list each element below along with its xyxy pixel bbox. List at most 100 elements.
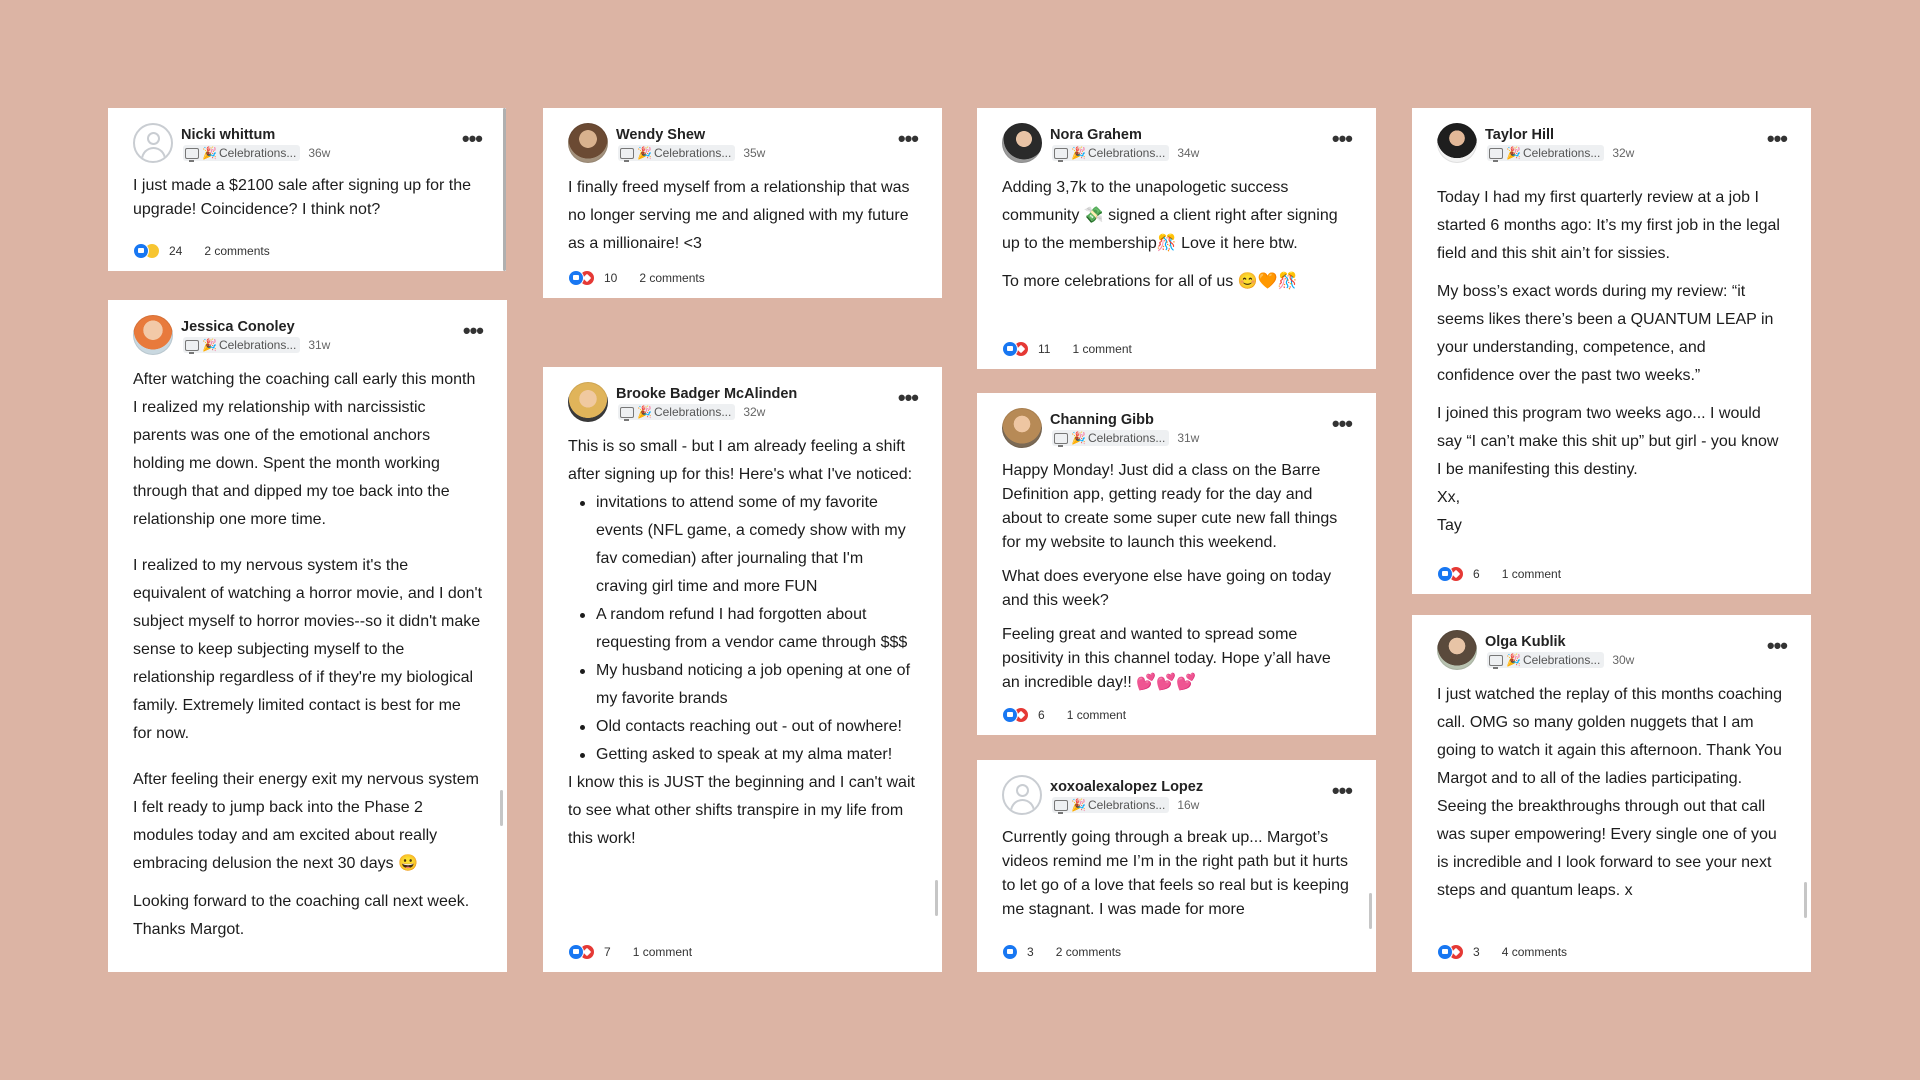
- channel-badge[interactable]: 🎉 Celebrations...: [618, 404, 736, 421]
- post-paragraph: I just watched the replay of this months…: [1437, 686, 1783, 899]
- post-footer: 10 2 comments: [568, 268, 705, 288]
- more-options-icon[interactable]: •••: [898, 128, 919, 150]
- post-time: 36w: [308, 146, 331, 160]
- avatar[interactable]: [1437, 630, 1477, 670]
- reaction-count[interactable]: 3: [1473, 945, 1480, 959]
- reaction-count[interactable]: 10: [604, 271, 617, 285]
- more-options-icon[interactable]: •••: [1767, 635, 1788, 657]
- monitor-icon: [185, 339, 199, 354]
- post-time: 34w: [1177, 146, 1200, 160]
- avatar[interactable]: [133, 123, 173, 163]
- channel-badge[interactable]: 🎉 Celebrations...: [1052, 145, 1170, 162]
- post-paragraph: After watching the coaching call early t…: [133, 371, 476, 528]
- comments-link[interactable]: 1 comment: [1072, 342, 1131, 356]
- post-footer: 24 2 comments: [133, 241, 270, 261]
- more-options-icon[interactable]: •••: [1767, 128, 1788, 150]
- channel-badge[interactable]: 🎉 Celebrations...: [1487, 145, 1605, 162]
- more-options-icon[interactable]: •••: [1332, 780, 1353, 802]
- reaction-count[interactable]: 24: [169, 244, 182, 258]
- scrollbar[interactable]: [1804, 882, 1807, 918]
- party-popper-icon: 🎉: [1506, 653, 1521, 667]
- monitor-icon: [620, 406, 634, 421]
- channel-badge[interactable]: 🎉 Celebrations...: [618, 145, 736, 162]
- post-body: Currently going through a break up... Ma…: [1002, 826, 1352, 918]
- reactions[interactable]: [568, 944, 595, 960]
- reactions[interactable]: [1002, 341, 1029, 357]
- reactions[interactable]: [1002, 944, 1018, 960]
- post-card: Taylor Hill 🎉 Celebrations... 32w ••• Toda…: [1412, 108, 1811, 594]
- party-popper-icon: 🎉: [1071, 431, 1086, 445]
- reactions[interactable]: [1002, 707, 1029, 723]
- reaction-count[interactable]: 6: [1038, 708, 1045, 722]
- post-paragraph: To more celebrations for all of us 😊🧡🎊: [1002, 273, 1298, 290]
- scrollbar[interactable]: [935, 880, 938, 916]
- monitor-icon: [1054, 799, 1068, 814]
- channel-badge[interactable]: 🎉 Celebrations...: [183, 145, 301, 162]
- post-card: Jessica Conoley 🎉 Celebrations... 31w ••• …: [108, 300, 507, 972]
- more-options-icon[interactable]: •••: [463, 320, 484, 342]
- reaction-count[interactable]: 3: [1027, 945, 1034, 959]
- post-body: Happy Monday! Just did a class on the Ba…: [1002, 459, 1352, 695]
- reactions[interactable]: [1437, 944, 1464, 960]
- author-name[interactable]: Wendy Shew: [616, 127, 705, 143]
- author-name[interactable]: Channing Gibb: [1050, 412, 1154, 428]
- avatar[interactable]: [133, 315, 173, 355]
- avatar[interactable]: [568, 382, 608, 422]
- reaction-count[interactable]: 6: [1473, 567, 1480, 581]
- avatar[interactable]: [1002, 123, 1042, 163]
- post-body: I just watched the replay of this months…: [1437, 681, 1787, 905]
- more-options-icon[interactable]: •••: [462, 128, 483, 150]
- author-name[interactable]: Taylor Hill: [1485, 127, 1554, 143]
- avatar[interactable]: [1002, 408, 1042, 448]
- scrollbar[interactable]: [503, 108, 506, 271]
- monitor-icon: [1489, 147, 1503, 162]
- channel-badge[interactable]: 🎉 Celebrations...: [183, 337, 301, 354]
- comments-link[interactable]: 1 comment: [1067, 708, 1126, 722]
- reaction-count[interactable]: 7: [604, 945, 611, 959]
- party-popper-icon: 🎉: [202, 146, 217, 160]
- reaction-count[interactable]: 11: [1038, 342, 1050, 356]
- comments-link[interactable]: 2 comments: [639, 271, 704, 285]
- party-popper-icon: 🎉: [1071, 146, 1086, 160]
- comments-link[interactable]: 1 comment: [633, 945, 692, 959]
- comments-link[interactable]: 4 comments: [1502, 945, 1567, 959]
- post-footer: 6 1 comment: [1002, 705, 1126, 725]
- comments-link[interactable]: 1 comment: [1502, 567, 1561, 581]
- post-card: Channing Gibb 🎉 Celebrations... 31w ••• Ha…: [977, 393, 1376, 735]
- reactions[interactable]: [133, 243, 160, 259]
- comments-link[interactable]: 2 comments: [1056, 945, 1121, 959]
- author-name[interactable]: Nicki whittum: [181, 127, 275, 143]
- more-options-icon[interactable]: •••: [1332, 413, 1353, 435]
- post-paragraph: I joined this program two weeks ago... I…: [1437, 405, 1779, 478]
- comments-link[interactable]: 2 comments: [204, 244, 269, 258]
- post-footer: 7 1 comment: [568, 942, 692, 962]
- channel-badge[interactable]: 🎉 Celebrations...: [1487, 652, 1605, 669]
- avatar[interactable]: [1437, 123, 1477, 163]
- post-paragraph: Xx,: [1437, 489, 1461, 506]
- post-time: 31w: [1177, 431, 1200, 445]
- scrollbar[interactable]: [1369, 893, 1372, 929]
- avatar[interactable]: [1002, 775, 1042, 815]
- post-body: This is so small - but I am already feel…: [568, 433, 918, 853]
- scrollbar[interactable]: [500, 790, 503, 826]
- channel-badge[interactable]: 🎉 Celebrations...: [1052, 430, 1170, 447]
- post-time: 16w: [1177, 798, 1200, 812]
- post-card: xoxoalexalopez Lopez 🎉 Celebrations... 16w…: [977, 760, 1376, 972]
- more-options-icon[interactable]: •••: [1332, 128, 1353, 150]
- post-time: 32w: [743, 405, 766, 419]
- author-name[interactable]: Nora Grahem: [1050, 127, 1142, 143]
- author-name[interactable]: Jessica Conoley: [181, 319, 295, 335]
- reactions[interactable]: [568, 270, 595, 286]
- list-item: invitations to attend some of my favorit…: [578, 489, 918, 601]
- channel-badge[interactable]: 🎉 Celebrations...: [1052, 797, 1170, 814]
- party-popper-icon: 🎉: [1071, 798, 1086, 812]
- like-reaction-icon: [568, 944, 584, 960]
- more-options-icon[interactable]: •••: [898, 387, 919, 409]
- post-paragraph: This is so small - but I am already feel…: [568, 438, 913, 483]
- like-reaction-icon: [1002, 341, 1018, 357]
- author-name[interactable]: Brooke Badger McAlinden: [616, 386, 797, 402]
- reactions[interactable]: [1437, 566, 1464, 582]
- author-name[interactable]: Olga Kublik: [1485, 634, 1566, 650]
- avatar[interactable]: [568, 123, 608, 163]
- author-name[interactable]: xoxoalexalopez Lopez: [1050, 779, 1203, 795]
